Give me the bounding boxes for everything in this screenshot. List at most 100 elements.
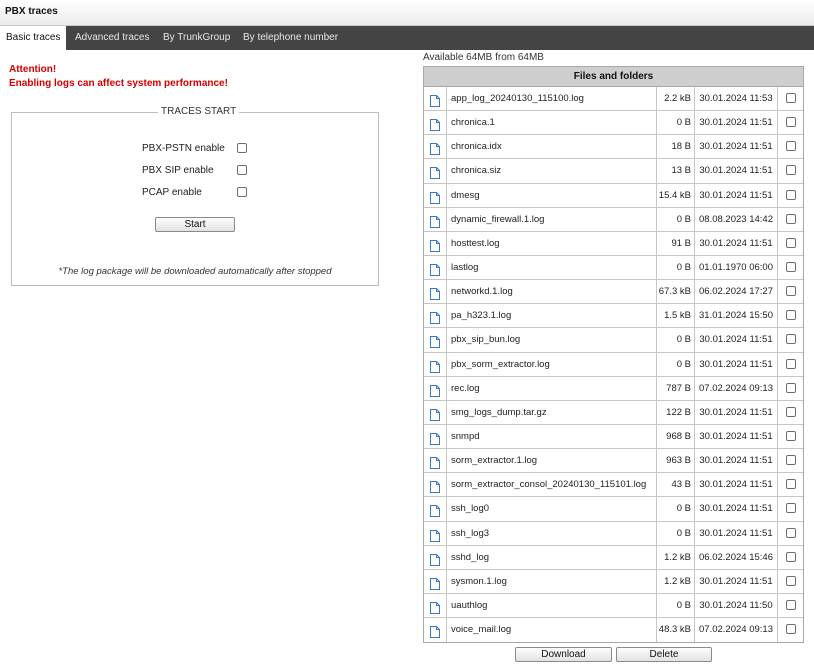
file-date: 30.01.2024 11:51 [695, 521, 778, 545]
file-select-checkbox[interactable] [786, 237, 796, 248]
file-name[interactable]: app_log_20240130_115100.log [447, 87, 657, 111]
file-icon [430, 503, 440, 518]
pbx-sip-enable-checkbox[interactable] [237, 165, 247, 175]
file-name[interactable]: ssh_log3 [447, 521, 657, 545]
file-size: 15.4 kB [657, 183, 695, 207]
table-row[interactable]: voice_mail.log 48.3 kB 07.02.2024 09:13 [424, 618, 803, 642]
file-name[interactable]: sorm_extractor_consol_20240130_115101.lo… [447, 473, 657, 497]
file-name[interactable]: pbx_sip_bun.log [447, 328, 657, 352]
table-row[interactable]: ssh_log3 0 B 30.01.2024 11:51 [424, 521, 803, 546]
table-row[interactable]: pbx_sip_bun.log 0 B 30.01.2024 11:51 [424, 328, 803, 353]
file-name[interactable]: pbx_sorm_extractor.log [447, 352, 657, 376]
file-icon-cell [424, 304, 447, 328]
table-row[interactable]: dynamic_firewall.1.log 0 B 08.08.2023 14:4… [424, 207, 803, 232]
file-size: 1.5 kB [657, 304, 695, 328]
table-row[interactable]: pbx_sorm_extractor.log 0 B 30.01.2024 11:5… [424, 352, 803, 377]
file-name[interactable]: uauthlog [447, 593, 657, 618]
file-select-checkbox[interactable] [786, 455, 796, 466]
file-name[interactable]: sshd_log [447, 545, 657, 569]
table-row[interactable]: sshd_log 1.2 kB 06.02.2024 15:46 [424, 545, 803, 570]
file-select-checkbox[interactable] [786, 141, 796, 152]
file-select-checkbox[interactable] [786, 527, 796, 538]
file-date: 08.08.2023 14:42 [695, 207, 778, 231]
file-select-checkbox[interactable] [786, 599, 796, 610]
pcap-enable-checkbox[interactable] [237, 187, 247, 197]
file-select-checkbox[interactable] [786, 358, 796, 369]
file-size: 0 B [657, 593, 695, 618]
delete-button[interactable]: Delete [616, 647, 712, 662]
file-icon-cell [424, 473, 447, 497]
file-name[interactable]: sysmon.1.log [447, 569, 657, 593]
file-select-checkbox[interactable] [786, 189, 796, 200]
file-icon-cell [424, 135, 447, 159]
table-row[interactable]: lastlog 0 B 01.01.1970 06:00 [424, 255, 803, 281]
file-select-cell [778, 522, 803, 545]
file-date: 30.01.2024 11:51 [695, 473, 778, 497]
table-row[interactable]: sysmon.1.log 1.2 kB 30.01.2024 11:51 [424, 569, 803, 594]
file-icon-cell [424, 376, 447, 400]
table-row[interactable]: smg_logs_dump.tar.gz 122 B 30.01.2024 11:5… [424, 400, 803, 425]
file-name[interactable]: lastlog [447, 255, 657, 280]
file-icon [430, 334, 440, 349]
file-select-checkbox[interactable] [786, 213, 796, 224]
tab-by-telephone-number[interactable]: By telephone number [237, 26, 344, 50]
file-select-checkbox[interactable] [786, 261, 796, 272]
file-select-checkbox[interactable] [786, 93, 796, 103]
table-row[interactable]: sorm_extractor.1.log 963 B 30.01.2024 11:5… [424, 449, 803, 474]
file-name[interactable]: snmpd [447, 424, 657, 449]
table-row[interactable]: chronica.idx 18 B 30.01.2024 11:51 [424, 135, 803, 160]
file-select-cell [778, 208, 803, 231]
files-table-body: app_log_20240130_115100.log 2.2 kB 30.01.2… [424, 87, 803, 642]
file-select-cell [778, 473, 803, 496]
file-select-checkbox[interactable] [786, 382, 796, 393]
file-icon [430, 479, 440, 494]
file-name[interactable]: chronica.1 [447, 111, 657, 135]
file-name[interactable]: smg_logs_dump.tar.gz [447, 400, 657, 424]
file-select-checkbox[interactable] [786, 503, 796, 514]
file-select-checkbox[interactable] [786, 551, 796, 562]
file-select-checkbox[interactable] [786, 334, 796, 345]
file-select-checkbox[interactable] [786, 624, 796, 635]
file-name[interactable]: chronica.idx [447, 135, 657, 159]
file-name[interactable]: pa_h323.1.log [447, 304, 657, 328]
file-size: 122 B [657, 400, 695, 424]
table-row[interactable]: snmpd 968 B 30.01.2024 11:51 [424, 424, 803, 450]
file-name[interactable]: networkd.1.log [447, 280, 657, 304]
file-select-checkbox[interactable] [786, 406, 796, 417]
tab-advanced-traces[interactable]: Advanced traces [69, 26, 156, 50]
table-row[interactable]: networkd.1.log 67.3 kB 06.02.2024 17:27 [424, 280, 803, 305]
file-name[interactable]: sorm_extractor.1.log [447, 449, 657, 473]
file-size: 1.2 kB [657, 545, 695, 569]
table-row[interactable]: app_log_20240130_115100.log 2.2 kB 30.01.2… [424, 87, 803, 112]
file-name[interactable]: hosttest.log [447, 231, 657, 255]
file-name[interactable]: ssh_log0 [447, 497, 657, 521]
file-select-checkbox[interactable] [786, 286, 796, 297]
tab-by-trunkgroup[interactable]: By TrunkGroup [157, 26, 236, 50]
table-row[interactable]: chronica.siz 13 B 30.01.2024 11:51 [424, 159, 803, 184]
file-select-checkbox[interactable] [786, 479, 796, 490]
file-name[interactable]: voice_mail.log [447, 618, 657, 642]
file-select-checkbox[interactable] [786, 165, 796, 176]
table-row[interactable]: uauthlog 0 B 30.01.2024 11:50 [424, 593, 803, 619]
file-name[interactable]: chronica.siz [447, 159, 657, 183]
table-row[interactable]: pa_h323.1.log 1.5 kB 31.01.2024 15:50 [424, 304, 803, 329]
table-row[interactable]: dmesg 15.4 kB 30.01.2024 11:51 [424, 183, 803, 208]
table-row[interactable]: hosttest.log 91 B 30.01.2024 11:51 [424, 231, 803, 256]
file-select-checkbox[interactable] [786, 117, 796, 128]
file-select-checkbox[interactable] [786, 430, 796, 441]
table-row[interactable]: ssh_log0 0 B 30.01.2024 11:51 [424, 497, 803, 522]
tab-basic-traces[interactable]: Basic traces [0, 26, 67, 50]
file-name[interactable]: dmesg [447, 183, 657, 207]
file-name[interactable]: rec.log [447, 376, 657, 400]
file-icon [430, 576, 440, 590]
file-select-checkbox[interactable] [786, 575, 796, 586]
table-row[interactable]: chronica.1 0 B 30.01.2024 11:51 [424, 111, 803, 136]
start-button[interactable]: Start [155, 217, 235, 232]
download-button[interactable]: Download [515, 647, 612, 662]
file-select-checkbox[interactable] [786, 310, 796, 321]
pbx-pstn-enable-checkbox[interactable] [237, 143, 247, 153]
table-row[interactable]: sorm_extractor_consol_20240130_115101.lo… [424, 473, 803, 498]
file-icon [430, 455, 440, 470]
table-row[interactable]: rec.log 787 B 07.02.2024 09:13 [424, 376, 803, 401]
file-name[interactable]: dynamic_firewall.1.log [447, 207, 657, 231]
